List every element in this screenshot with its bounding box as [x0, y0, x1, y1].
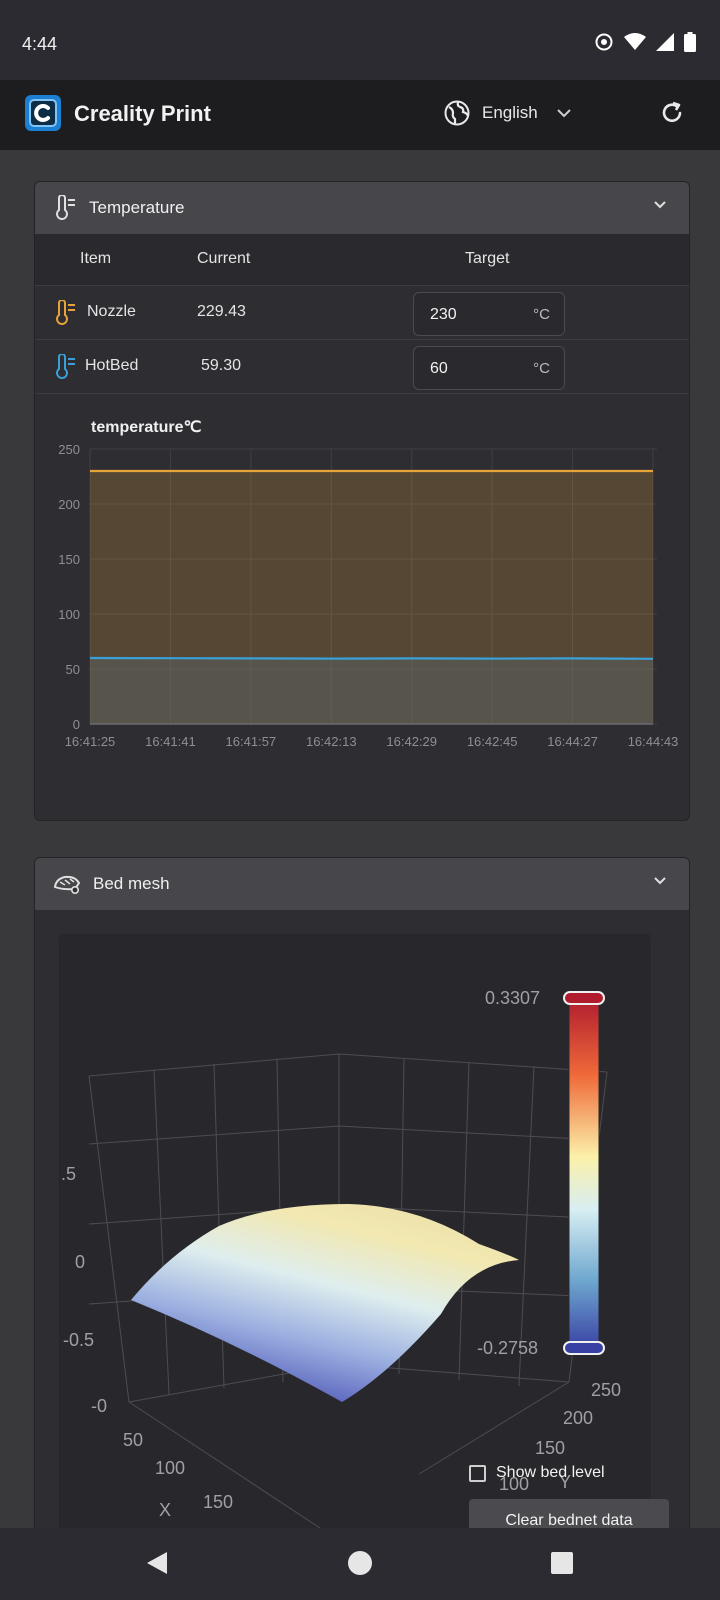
series-area: [90, 658, 653, 724]
system-navigation-bar: [0, 1528, 720, 1600]
nozzle-target-input[interactable]: 230 °C: [413, 292, 565, 336]
bed-mesh-card: Bed mesh 0.3307 -0.2758 .5 0 -0.5 -0 50 …: [34, 857, 690, 1577]
y-tick-label: 0: [73, 717, 80, 732]
nozzle-target-value: 230: [430, 306, 457, 323]
z-tick: 0: [75, 1252, 85, 1272]
y-tick: 150: [535, 1438, 565, 1458]
show-bed-level-label: Show bed level: [496, 1464, 605, 1481]
globe-icon: [444, 100, 470, 126]
series-line: [89, 656, 654, 660]
hotbed-target-unit: °C: [533, 360, 550, 377]
status-bar: 4:44: [0, 0, 720, 80]
recents-icon[interactable]: [550, 1551, 574, 1575]
y-tick: 250: [591, 1380, 621, 1400]
hotbed-current: 59.30: [201, 357, 242, 374]
header-item: Item: [80, 250, 112, 267]
z-tick: -0: [91, 1396, 107, 1416]
y-tick-label: 200: [58, 497, 80, 512]
bed-mesh-icon: [53, 875, 81, 895]
language-selector[interactable]: English: [444, 100, 572, 126]
temperature-chart: temperature℃ 0 50 100 150 200 250 16:41:25 16:4…: [35, 397, 689, 797]
chart-title: temperature℃: [91, 419, 202, 436]
thermometer-icon: [56, 195, 75, 220]
language-label: English: [482, 103, 538, 122]
nozzle-thermometer-icon: [56, 300, 75, 325]
z-tick: -0.5: [63, 1330, 94, 1350]
x-tick-label: 16:42:13: [306, 734, 357, 749]
x-tick-label: 16:42:29: [386, 734, 437, 749]
refresh-icon: [662, 101, 682, 122]
location-status-icon: [595, 33, 613, 51]
temperature-card-header[interactable]: Temperature: [35, 182, 689, 234]
colorbar-max-handle[interactable]: [563, 991, 605, 1005]
y-tick: 200: [563, 1408, 593, 1428]
cellular-signal-icon: [656, 33, 674, 51]
app-title: Creality Print: [74, 101, 211, 126]
colorbar-min-label: -0.2758: [477, 1338, 538, 1358]
bed-mesh-card-title: Bed mesh: [93, 874, 170, 893]
chevron-down-icon: [557, 109, 571, 118]
bed-mesh-card-header[interactable]: Bed mesh: [35, 858, 689, 910]
collapse-chevron-icon[interactable]: [653, 876, 667, 886]
mesh-surface: [131, 1204, 519, 1402]
status-time: 4:44: [22, 34, 58, 54]
header-current: Current: [197, 250, 251, 267]
creality-logo: [25, 95, 61, 131]
hotbed-thermometer-icon: [56, 354, 75, 379]
x-tick: 100: [155, 1458, 185, 1478]
x-tick-label: 16:44:43: [628, 734, 679, 749]
home-icon[interactable]: [347, 1550, 373, 1576]
colorbar-min-handle[interactable]: [563, 1341, 605, 1355]
hotbed-target-input[interactable]: 60 °C: [413, 346, 565, 390]
x-tick: 50: [123, 1430, 143, 1450]
bed-mesh-3d-plot[interactable]: 0.3307 -0.2758 .5 0 -0.5 -0 50 100 150 X…: [59, 934, 669, 1554]
nozzle-label: Nozzle: [87, 303, 136, 320]
nozzle-current: 229.43: [197, 303, 246, 320]
y-tick-label: 50: [66, 662, 80, 677]
y-tick-label: 250: [58, 442, 80, 457]
y-tick-label: 100: [58, 607, 80, 622]
x-tick-label: 16:44:27: [547, 734, 598, 749]
temperature-card: Temperature Item Current Target Nozzle 2…: [34, 181, 690, 821]
x-tick-label: 16:41:25: [65, 734, 116, 749]
x-axis-label: X: [159, 1500, 171, 1520]
back-icon[interactable]: [145, 1550, 169, 1576]
x-tick-label: 16:41:57: [226, 734, 277, 749]
refresh-button[interactable]: [659, 100, 685, 131]
temperature-chart-svg: 0 50 100 150 200 250 16:41:25 16:41:41 16:41:57 1…: [58, 442, 679, 749]
bed-mesh-svg: 0.3307 -0.2758 .5 0 -0.5 -0 50 100 150 X…: [61, 988, 621, 1535]
show-bed-level-checkbox[interactable]: Show bed level: [469, 1464, 605, 1482]
header-target: Target: [465, 250, 510, 267]
x-tick: 150: [203, 1492, 233, 1512]
temperature-table-header: Item Current Target: [35, 234, 689, 286]
colorbar-max-label: 0.3307: [485, 988, 540, 1008]
temperature-card-title: Temperature: [89, 198, 185, 217]
hotbed-row: HotBed 59.30 60 °C: [35, 340, 689, 394]
wifi-icon: [624, 33, 646, 50]
nozzle-target-unit: °C: [533, 306, 550, 323]
z-tick: .5: [61, 1164, 76, 1184]
hotbed-label: HotBed: [85, 357, 139, 374]
checkbox-box[interactable]: [469, 1464, 486, 1482]
creality-logo-icon: [29, 99, 57, 127]
battery-icon: [684, 32, 696, 52]
x-tick-label: 16:42:45: [467, 734, 518, 749]
hotbed-target-value: 60: [430, 360, 448, 377]
status-icons: [594, 32, 696, 52]
app-header: Creality Print English: [0, 80, 720, 150]
x-tick-label: 16:41:41: [145, 734, 196, 749]
collapse-chevron-icon[interactable]: [653, 200, 667, 210]
colorbar: [568, 997, 600, 1351]
y-tick-label: 150: [58, 552, 80, 567]
nozzle-row: Nozzle 229.43 230 °C: [35, 286, 689, 340]
